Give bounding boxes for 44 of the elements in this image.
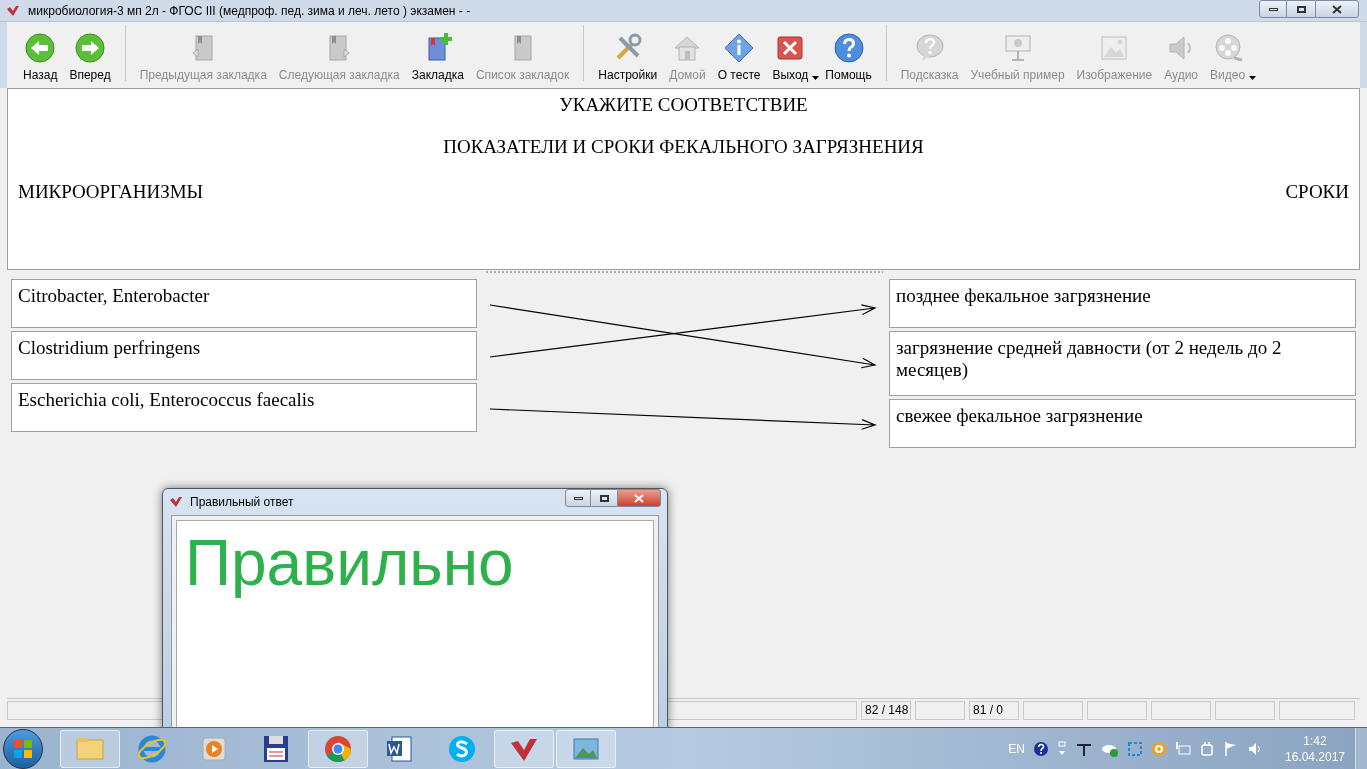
plug-monitor-icon[interactable] [1175,740,1191,757]
help-icon[interactable] [1033,740,1049,757]
start-button[interactable] [3,728,43,769]
windows-logo-icon [13,738,33,759]
toolbar-button[interactable]: Выход [766,32,815,84]
app-logo-icon [6,4,20,17]
toolbar-button[interactable]: Назад [17,32,64,84]
toolbar-button[interactable]: Вперед [63,32,117,84]
answer-item[interactable]: свежее фекальное загрязнение [889,399,1356,448]
dialog-title: Правильный ответ [190,494,294,511]
toolbar-button[interactable]: О тесте [711,32,767,84]
answer-item[interactable]: загрязнение средней давности (от 2 недель до 2 месяцев) [889,331,1356,396]
window-title: микробиология-3 мп 2л - ФГОС III (медпроф. пед. зима и леч. лето ) экзамен - - [28,2,471,20]
close-button[interactable] [1315,0,1359,18]
close-icon [634,493,644,503]
maximize-button[interactable] [591,489,617,507]
circle-a-icon[interactable] [1151,740,1167,757]
info-icon [723,32,756,64]
column-heading: МИКРООРГАНИЗМЫ [18,181,204,203]
answer-item[interactable]: Clostridium perfringens [11,331,477,380]
toolbar-button[interactable]: Помощь [819,32,878,84]
plug-icon[interactable] [1199,740,1215,757]
result-message: Правильно [185,527,515,599]
dropdown-caret-icon[interactable] [812,76,820,80]
app-logo-icon [169,496,183,508]
column-heading: СРОКИ [1285,181,1349,203]
answer-item[interactable]: Citrobacter, Enterobacter [11,279,477,328]
help-icon [832,32,865,64]
minimize-button[interactable] [1259,0,1287,18]
toolbar-button[interactable]: Закладка [405,32,470,84]
taskbar-app-button[interactable] [494,729,554,768]
answer-item[interactable]: Escherichia coli, Enterococcus faecalis [11,383,477,432]
maximize-button[interactable] [1287,0,1315,18]
question-title: ПОКАЗАТЕЛИ И СРОКИ ФЕКАЛЬНОГО ЗАГРЯЗНЕНИЯ [442,136,925,158]
close-icon [1332,4,1342,14]
status-field: 81 / 0 [969,701,1019,720]
status-field: 82 / 148 [861,701,911,720]
toolbar-button[interactable]: Настройки [592,32,664,84]
question-bubble-icon [913,32,946,64]
close-button[interactable] [617,489,661,507]
minimize-button[interactable] [565,489,591,507]
instruction-text: УКАЖИТЕ СООТВЕТСТВИЕ [558,94,809,116]
tray-expand-icon[interactable] [1057,740,1067,757]
answer-item[interactable]: позднее фекальное загрязнение [889,279,1356,328]
